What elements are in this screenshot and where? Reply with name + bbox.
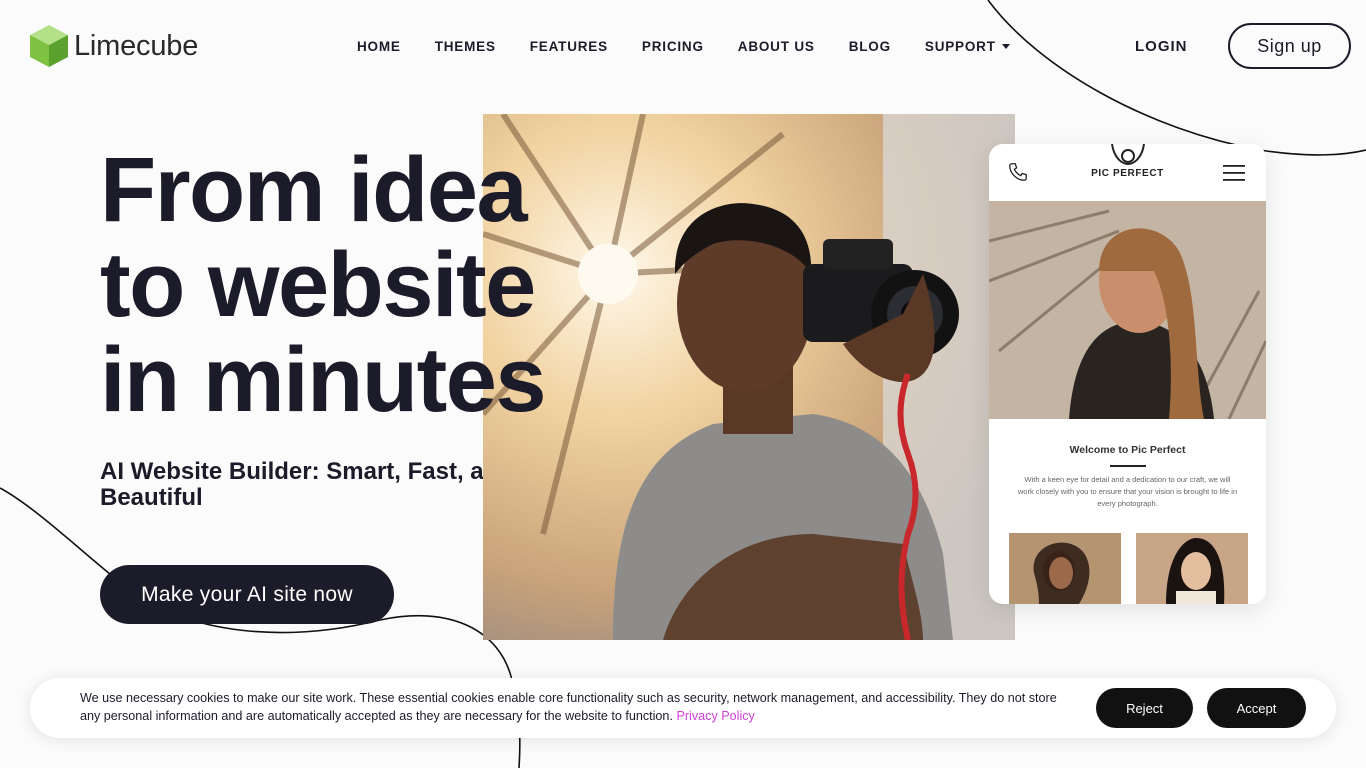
nav-support[interactable]: SUPPORT bbox=[925, 39, 1010, 54]
preview-gallery bbox=[1009, 533, 1248, 604]
reject-cookies-button[interactable]: Reject bbox=[1096, 688, 1193, 728]
login-link[interactable]: LOGIN bbox=[1135, 38, 1188, 55]
gallery-thumbnail bbox=[1136, 533, 1248, 604]
logo-text: Limecube bbox=[74, 29, 199, 62]
caret-down-icon bbox=[1001, 44, 1010, 49]
preview-divider bbox=[1109, 465, 1146, 467]
nav-pricing[interactable]: PRICING bbox=[642, 39, 704, 54]
preview-header: PIC PERFECT bbox=[989, 144, 1266, 201]
nav-features[interactable]: FEATURES bbox=[530, 39, 608, 54]
hamburger-menu-icon bbox=[1223, 165, 1245, 181]
nav-support-label: SUPPORT bbox=[924, 39, 996, 54]
privacy-policy-link[interactable]: Privacy Policy bbox=[676, 709, 754, 723]
main-nav: HOME THEMES FEATURES PRICING ABOUT US BL… bbox=[357, 39, 1044, 54]
preview-logo-icon bbox=[1111, 144, 1145, 166]
signup-button[interactable]: Sign up bbox=[1228, 23, 1351, 69]
hero-title-line: in minutes bbox=[100, 329, 547, 431]
nav-themes[interactable]: THEMES bbox=[435, 39, 496, 54]
accept-cookies-button[interactable]: Accept bbox=[1207, 688, 1306, 728]
preview-welcome-title: Welcome to Pic Perfect bbox=[1069, 444, 1186, 456]
hero-title-line: to website bbox=[100, 234, 536, 336]
cookie-banner: We use necessary cookies to make our sit… bbox=[30, 678, 1336, 738]
logo[interactable]: Limecube bbox=[28, 23, 198, 69]
template-preview-card: PIC PERFECT Welcome to Pic Perfect With … bbox=[989, 144, 1266, 604]
nav-home[interactable]: HOME bbox=[357, 39, 401, 54]
nav-about-us[interactable]: ABOUT US bbox=[738, 39, 815, 54]
preview-hero-image bbox=[989, 201, 1266, 419]
make-ai-site-button[interactable]: Make your AI site now bbox=[100, 565, 394, 624]
preview-description: With a keen eye for detail and a dedicat… bbox=[1017, 475, 1238, 508]
nav-blog[interactable]: BLOG bbox=[849, 39, 891, 54]
cookie-message: We use necessary cookies to make our sit… bbox=[80, 689, 1075, 725]
cookie-text: We use necessary cookies to make our sit… bbox=[80, 691, 1057, 723]
hero-title: From idea to website in minutes bbox=[100, 139, 547, 431]
cube-logo-icon bbox=[30, 25, 68, 67]
hero-title-line: From idea bbox=[100, 139, 528, 241]
photographer-image bbox=[483, 114, 1015, 640]
gallery-thumbnail bbox=[1009, 533, 1121, 604]
